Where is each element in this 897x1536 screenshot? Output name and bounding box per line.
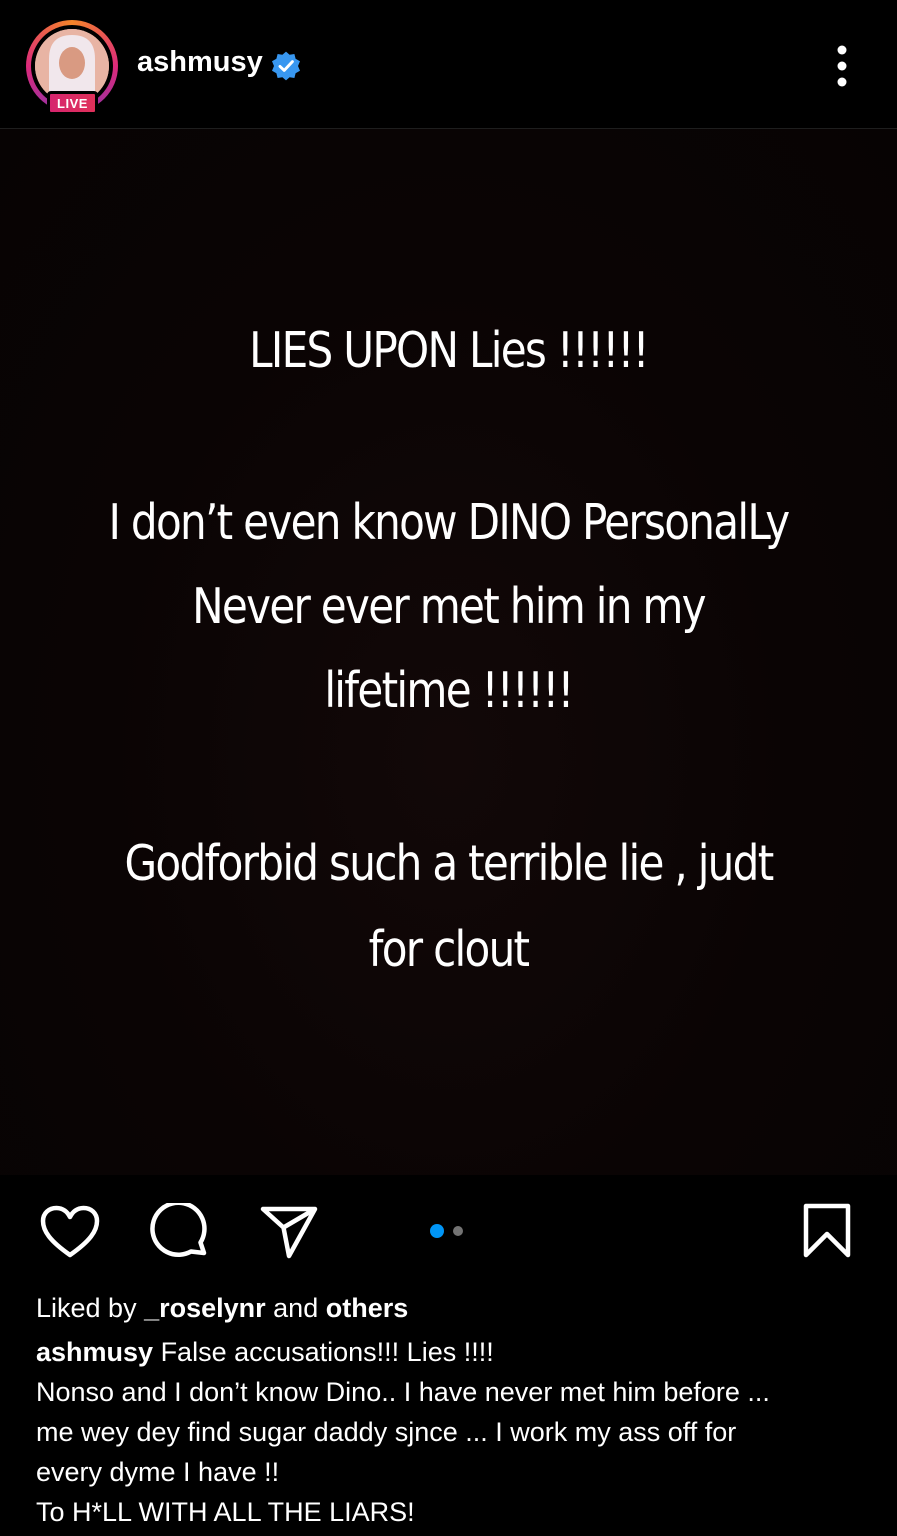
share-icon[interactable] [260, 1205, 318, 1259]
caption: ashmusy False accusations!!! Lies !!!! [36, 1332, 876, 1372]
comment-icon[interactable] [150, 1203, 210, 1261]
caption-text: False accusations!!! Lies !!!! [153, 1337, 494, 1367]
liked-by-user[interactable]: _roselynr [144, 1293, 266, 1323]
carousel-dot-active [430, 1224, 444, 1238]
post-text-line: lifetime !!!!!! [324, 662, 574, 719]
verified-badge-icon [272, 51, 300, 81]
bookmark-icon[interactable] [802, 1203, 852, 1259]
post-text-line: I don’t even know DINO PersonalLy [108, 494, 791, 551]
likes-line: Liked by _roselynr and others [36, 1288, 876, 1328]
post-text-line: Godforbid such a terrible lie , judt [124, 835, 774, 892]
heart-icon[interactable] [40, 1205, 100, 1259]
post-text-line: LIES UPON Lies !!!!!! [249, 322, 649, 379]
post-image[interactable]: LIES UPON Lies !!!!!! I don’t even know … [0, 129, 897, 1175]
post-text-line: for clout [368, 921, 530, 978]
caption-line: To H*LL WITH ALL THE LIARS! [36, 1497, 415, 1527]
more-options-icon[interactable] [826, 44, 858, 88]
post-header: LIVE ashmusy [0, 0, 897, 128]
carousel-indicator [428, 1223, 468, 1239]
carousel-dot [453, 1226, 463, 1236]
caption-line: every dyme I have !! [36, 1457, 280, 1487]
post-username[interactable]: ashmusy [137, 46, 263, 79]
likes-others-link[interactable]: others [326, 1293, 409, 1323]
caption-line: me wey dey find sugar daddy sjnce ... I … [36, 1417, 737, 1447]
caption-username[interactable]: ashmusy [36, 1337, 153, 1367]
post-text-line: Never ever met him in my [192, 578, 707, 635]
caption-line: Nonso and I don’t know Dino.. I have nev… [36, 1377, 770, 1407]
live-badge[interactable]: LIVE [47, 91, 98, 115]
likes-prefix: Liked by [36, 1293, 145, 1323]
likes-and: and [265, 1293, 326, 1323]
post-footer: Liked by _roselynr and others ashmusy Fa… [36, 1288, 876, 1532]
